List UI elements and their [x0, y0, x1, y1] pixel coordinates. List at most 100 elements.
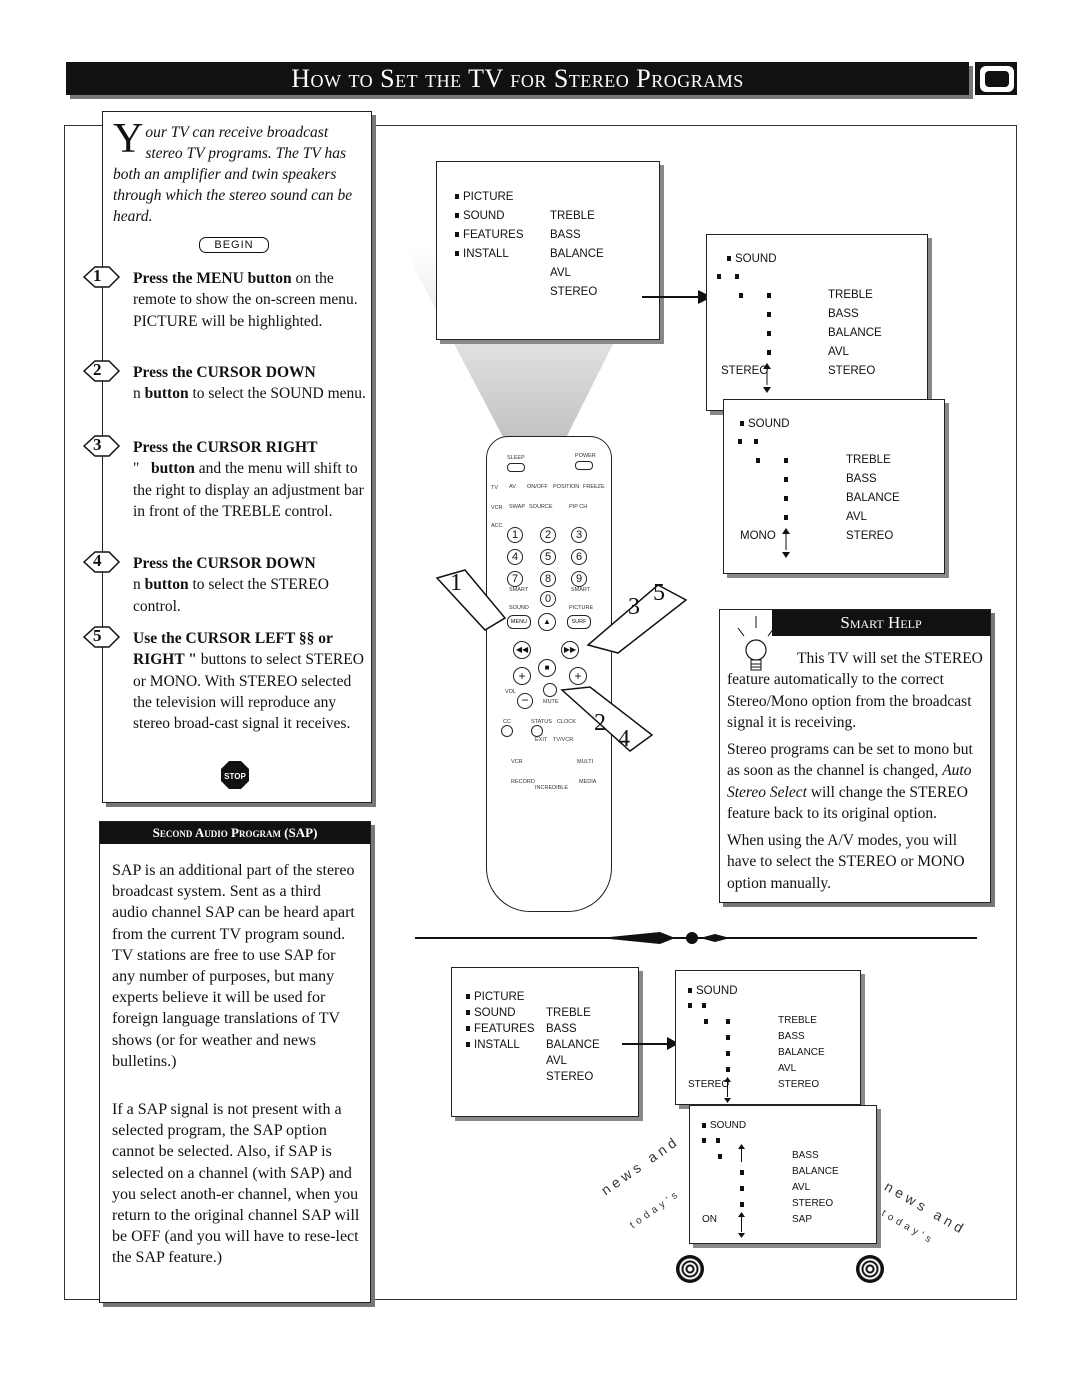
menu-item-avl[interactable]: AVL: [792, 1182, 810, 1193]
menu-item-stereo[interactable]: STEREO: [846, 530, 893, 542]
step-number-arrow-icon: 4: [83, 550, 123, 574]
digit-2-button[interactable]: 2: [540, 527, 556, 543]
digit-6-button[interactable]: 6: [571, 549, 587, 565]
tv-screen-icon: [975, 62, 1017, 95]
callout-4: 4: [618, 726, 630, 752]
menu-item-stereo[interactable]: STEREO: [778, 1079, 819, 1090]
step-3: 3 Press the CURSOR RIGHT " button and the…: [83, 435, 369, 522]
cursor-right-button[interactable]: ▶▶: [561, 641, 579, 659]
step-number-arrow-icon: 1: [83, 265, 123, 289]
smart-help-box: Smart Help This TV will set the STEREO f…: [719, 609, 991, 903]
up-down-cursor-icon: [763, 363, 771, 393]
up-down-cursor-icon: [724, 1077, 731, 1103]
stereo-value: STEREO: [688, 1079, 730, 1090]
step-number-arrow-icon: 5: [83, 625, 123, 649]
arrow-right-icon: [622, 1043, 670, 1045]
sleep-button[interactable]: [507, 463, 525, 472]
vol-up-button[interactable]: +: [513, 667, 531, 685]
menu-item-treble[interactable]: TREBLE: [828, 289, 873, 301]
submenu-stereo: STEREO: [550, 286, 598, 298]
menu-item-picture[interactable]: PICTURE: [455, 191, 513, 203]
callout-1: 1: [450, 570, 462, 596]
step-number-arrow-icon: 2: [83, 359, 123, 383]
menu-item-install[interactable]: INSTALL: [466, 1039, 520, 1051]
sap-box: Second Audio Program (SAP) SAP is an add…: [99, 821, 371, 1303]
menu-item-features[interactable]: FEATURES: [455, 229, 524, 241]
menu-item-treble[interactable]: TREBLE: [778, 1015, 817, 1026]
menu-item-treble[interactable]: TREBLE: [846, 454, 891, 466]
menu-item-avl[interactable]: AVL: [846, 511, 867, 523]
menu-item-sound[interactable]: SOUND: [466, 1007, 516, 1019]
digit-4-button[interactable]: 4: [507, 549, 523, 565]
smart-help-header: Smart Help: [772, 610, 990, 636]
vol-down-button[interactable]: −: [517, 693, 533, 709]
power-button[interactable]: [575, 461, 593, 470]
smart-help-paragraph-3: When using the A/V modes, you will have …: [727, 832, 965, 892]
page-title-bar: How to Set the TV for Stereo Programs: [66, 62, 969, 95]
smart-help-paragraph-2: Stereo programs can be set to mono but a…: [727, 741, 973, 822]
menu-item-balance[interactable]: BALANCE: [846, 492, 900, 504]
cc-button[interactable]: [501, 725, 513, 737]
menu-item-avl[interactable]: AVL: [828, 346, 849, 358]
menu-item-sound[interactable]: SOUND: [455, 210, 505, 222]
step-1-action: Press the MENU button: [133, 270, 292, 287]
mute-button[interactable]: [543, 683, 557, 697]
menu-item-picture[interactable]: PICTURE: [466, 991, 524, 1003]
menu-item-bass[interactable]: BASS: [846, 473, 877, 485]
menu-item-install[interactable]: INSTALL: [455, 248, 509, 260]
digit-8-button[interactable]: 8: [540, 571, 556, 587]
menu-title: SOUND: [688, 985, 738, 997]
up-down-cursor-icon: [782, 528, 790, 558]
step-number-arrow-icon: 3: [83, 434, 123, 458]
sap-paragraph-2: If a SAP signal is not present with a se…: [112, 1101, 360, 1267]
instructions-box: Your TV can receive broadcast stereo TV …: [83, 111, 372, 803]
menu-item-sap[interactable]: SAP: [792, 1214, 812, 1225]
cursor-up-button[interactable]: ▲: [538, 613, 556, 631]
menu-item-balance[interactable]: BALANCE: [828, 327, 882, 339]
submenu-bass: BASS: [546, 1023, 577, 1035]
submenu-balance: BALANCE: [550, 248, 604, 260]
digit-5-button[interactable]: 5: [540, 549, 556, 565]
step-4-action: Press the CURSOR DOWN: [133, 555, 316, 572]
menu-title: SOUND: [740, 418, 790, 430]
up-cursor-icon: [738, 1144, 745, 1162]
intro-paragraph: Your TV can receive broadcast stereo TV …: [113, 116, 365, 227]
arrow-right-icon: [642, 296, 702, 298]
dropcap: Y: [113, 116, 144, 162]
cursor-down-button[interactable]: ■: [538, 659, 556, 677]
sap-value: ON: [702, 1214, 717, 1225]
callout-2: 2: [594, 710, 606, 736]
intro-text: our TV can receive broadcast stereo TV p…: [113, 124, 353, 225]
ch-up-button[interactable]: +: [569, 667, 587, 685]
callout-3: 3: [628, 594, 640, 620]
sound-menu-bottom: SOUND TREBLE BASS BALANCE AVL STEREO STE…: [675, 970, 861, 1105]
step-1: 1 Press the MENU button on the remote to…: [83, 266, 369, 332]
step-2-text: to select the SOUND menu.: [188, 385, 366, 403]
submenu-treble: TREBLE: [546, 1007, 591, 1019]
digit-1-button[interactable]: 1: [507, 527, 523, 543]
menu-title: SOUND: [727, 253, 777, 265]
step-4: 4 Press the CURSOR DOWN n button to selec…: [83, 551, 369, 617]
submenu-treble: TREBLE: [550, 210, 595, 222]
menu-item-stereo[interactable]: STEREO: [792, 1198, 833, 1209]
menu-item-avl[interactable]: AVL: [778, 1063, 796, 1074]
submenu-avl: AVL: [550, 267, 571, 279]
begin-badge: BEGIN: [199, 237, 269, 253]
menu-item-balance[interactable]: BALANCE: [778, 1047, 825, 1058]
menu-item-balance[interactable]: BALANCE: [792, 1166, 839, 1177]
menu-item-stereo[interactable]: STEREO: [828, 365, 875, 377]
menu-item-features[interactable]: FEATURES: [466, 1023, 535, 1035]
status-button[interactable]: [531, 725, 543, 737]
menu-item-bass[interactable]: BASS: [778, 1031, 805, 1042]
svg-text:STOP: STOP: [224, 772, 246, 781]
digit-3-button[interactable]: 3: [571, 527, 587, 543]
menu-item-bass[interactable]: BASS: [828, 308, 859, 320]
sound-menu-stereo: SOUND TREBLE BASS BALANCE AVL STEREO STE…: [706, 234, 928, 411]
cursor-left-button[interactable]: ◀◀: [513, 641, 531, 659]
sap-paragraph-1: SAP is an additional part of the stereo …: [112, 862, 355, 1070]
submenu-balance: BALANCE: [546, 1039, 600, 1051]
submenu-avl: AVL: [546, 1055, 567, 1067]
menu-item-bass[interactable]: BASS: [792, 1150, 819, 1161]
stereo-value: STEREO: [721, 365, 769, 377]
digit-0-button[interactable]: 0: [540, 591, 556, 607]
